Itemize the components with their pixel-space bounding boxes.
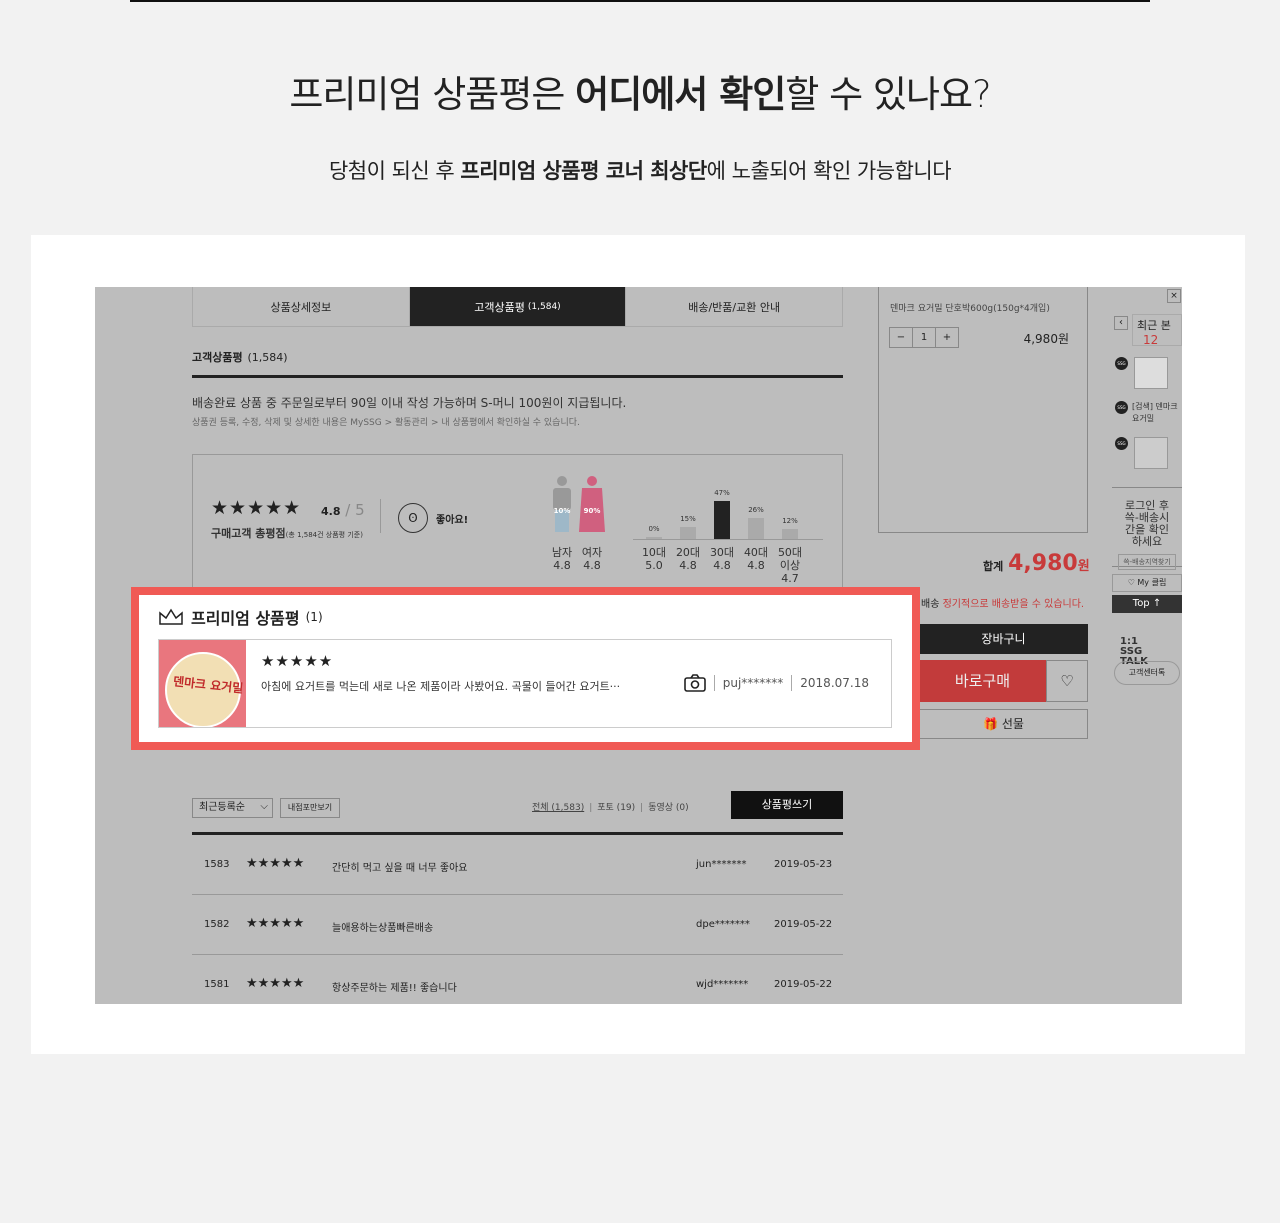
gift-button[interactable]: 🎁 선물 — [919, 709, 1088, 739]
age-bar-pct: 47% — [714, 489, 730, 497]
order-box: 덴마크 요거밀 단호박600g(150g*4개입) − 1 + 4,980원 — [878, 287, 1088, 533]
close-icon[interactable]: × — [1167, 289, 1181, 303]
ssg-badge-icon: SSG — [1115, 357, 1128, 370]
review-controls: 최근등록순 ⌵ 내점포만보기 전체 (1,583) | 포토 (19) | 동영상 (0)… — [192, 791, 843, 834]
write-review-button[interactable]: 상품평쓰기 — [731, 791, 843, 819]
age-bar-label: 50대이상 4.7 — [777, 546, 803, 585]
ssg-badge-icon: SSG — [1115, 401, 1128, 414]
rating-stars: ★★★★★ — [211, 497, 302, 519]
age-bar-label: 40대 4.8 — [743, 546, 769, 572]
product-name: 덴마크 요거밀 단호박600g(150g*4개입) — [890, 304, 1050, 314]
unit-price: 4,980원 — [1023, 332, 1069, 346]
rating-summary: ★★★★★ 4.8 / 5 구매고객 총평점(총 1,584건 상품평 기준) … — [192, 454, 843, 588]
age-bar-pct: 15% — [680, 515, 696, 523]
age-bar-pct: 26% — [748, 506, 764, 514]
male-pct: 10% — [553, 507, 571, 515]
age-bar-pct: 12% — [782, 517, 798, 525]
rating-score: 4.8 / 5 — [321, 501, 365, 519]
filter-video-link[interactable]: 동영상 (0) — [648, 803, 688, 813]
qty-value[interactable]: 1 — [913, 328, 936, 347]
table-row[interactable]: 1582 ★★★★★ 늘애용하는상품빠른배송 dpe******* 2019-0… — [192, 895, 843, 955]
review-meta: puj******* 2018.07.18 — [683, 674, 869, 692]
table-row[interactable]: 1583 ★★★★★ 간단히 먹고 싶을 때 너무 좋아요 jun*******… — [192, 835, 843, 895]
review-section-title: 고객상품평 (1,584) — [192, 351, 288, 364]
age-bar-label: 10대 5.0 — [641, 546, 667, 572]
buy-now-button[interactable]: 바로구매 — [919, 660, 1046, 702]
age-bar — [680, 527, 696, 539]
age-bar-pct: 0% — [648, 525, 660, 533]
age-bar — [782, 529, 798, 539]
age-bar-label: 20대 4.8 — [675, 546, 701, 572]
camera-icon — [683, 674, 706, 692]
premium-review-card[interactable]: 덴마크 요거밀 ★★★★★ 아침에 요거트를 먹는데 새로 나온 제품이라 사봤… — [158, 639, 892, 728]
quick-sidebar: × ‹ 최근 본12 SSG SSG [검색] 덴마크 요거밀 SSG 로그인 … — [1112, 287, 1182, 687]
chevron-left-icon[interactable]: ‹ — [1114, 316, 1128, 330]
table-row[interactable]: 1581 ★★★★★ 항상주문하는 제품!! 좋습니다 wjd******* 2… — [192, 955, 843, 1004]
review-text: 아침에 요거트를 먹는데 새로 나온 제품이라 사봤어요. 곡물이 들어간 요거… — [261, 680, 621, 693]
rating-label: 구매고객 총평점(총 1,584건 상품평 기준) — [211, 527, 363, 540]
ssg-badge-icon: SSG — [1115, 437, 1128, 450]
filter-photo-link[interactable]: 포토 (19) — [597, 803, 635, 813]
customer-center-button[interactable]: 고객센터톡 — [1114, 661, 1180, 685]
smile-face-icon: ʘ — [398, 503, 428, 533]
qty-minus-button[interactable]: − — [890, 328, 913, 347]
review-stars: ★★★★★ — [261, 652, 334, 670]
male-label: 남자 4.8 — [551, 546, 573, 572]
total-price: 합계 4,980원 — [983, 551, 1090, 576]
reviewer-id: puj******* — [722, 676, 784, 690]
subscribe-notice: 배송 정기적으로 배송받을 수 있습니다. — [921, 599, 1085, 610]
product-tabs: 상품상세정보 고객상품평 (1,584) 배송/반품/교환 안내 — [192, 287, 843, 327]
chevron-down-icon: ⌵ — [260, 801, 268, 812]
cart-button[interactable]: 장바구니 — [919, 624, 1088, 654]
region-search-button[interactable]: 쓱-배송지역찾기 — [1118, 554, 1176, 570]
tab-product-detail[interactable]: 상품상세정보 — [193, 287, 410, 326]
wishlist-heart-icon[interactable]: ♡ — [1046, 660, 1088, 702]
recent-item-search[interactable]: [검색] 덴마크 요거밀 — [1132, 401, 1182, 425]
sort-select[interactable]: 최근등록순 ⌵ — [192, 798, 273, 818]
page-subtitle: 당첨이 되신 후 프리미엄 상품평 코너 최상단에 노출되어 확인 가능합니다 — [328, 159, 952, 183]
review-filters: 전체 (1,583) | 포토 (19) | 동영상 (0) — [532, 803, 689, 813]
my-store-filter-button[interactable]: 내점포만보기 — [280, 798, 340, 818]
tab-customer-reviews[interactable]: 고객상품평 (1,584) — [409, 287, 627, 326]
quantity-stepper[interactable]: − 1 + — [889, 327, 959, 348]
recent-viewed[interactable]: 최근 본12 — [1132, 314, 1182, 347]
page-title: 프리미엄 상품평은 어디에서 확인할 수 있나요? — [289, 73, 991, 116]
top-divider — [130, 0, 1150, 2]
premium-review-title: 프리미엄 상품평 (1) — [159, 605, 323, 629]
mood-label: 좋아요! — [436, 515, 469, 526]
recent-item-thumb[interactable] — [1134, 437, 1168, 469]
female-label: 여자 4.8 — [581, 546, 603, 572]
crown-icon — [159, 608, 183, 625]
age-bar — [714, 501, 730, 539]
review-date: 2018.07.18 — [800, 676, 869, 690]
review-notice-sub: 상품권 등록, 수정, 삭제 및 상세한 내용은 MySSG > 활동관리 > … — [192, 418, 580, 428]
recent-item-thumb[interactable] — [1134, 357, 1168, 389]
divider — [380, 499, 381, 533]
product-photo[interactable]: 덴마크 요거밀 — [159, 640, 246, 727]
section-rule — [192, 375, 843, 378]
age-bar-label: 30대 4.8 — [709, 546, 735, 572]
my-clip-button[interactable]: ♡ My 클립 — [1112, 574, 1182, 592]
review-notice: 배송완료 상품 중 주문일로부터 90일 이내 작성 가능하며 S-머니 100… — [192, 396, 627, 410]
scroll-top-button[interactable]: Top ↑ — [1112, 595, 1182, 613]
qty-plus-button[interactable]: + — [936, 328, 958, 347]
tab-shipping-returns[interactable]: 배송/반품/교환 안내 — [626, 287, 842, 326]
age-bar — [748, 518, 764, 539]
login-prompt: 로그인 후 쓱-배송시간을 확인하세요 쓱-배송지역찾기 — [1112, 487, 1182, 570]
filter-all-link[interactable]: 전체 (1,583) — [532, 803, 584, 813]
premium-review-highlight: 프리미엄 상품평 (1) 덴마크 요거밀 ★★★★★ 아침에 요거트를 먹는데 새… — [131, 587, 920, 750]
age-axis — [633, 539, 823, 540]
female-pct: 90% — [583, 507, 601, 515]
